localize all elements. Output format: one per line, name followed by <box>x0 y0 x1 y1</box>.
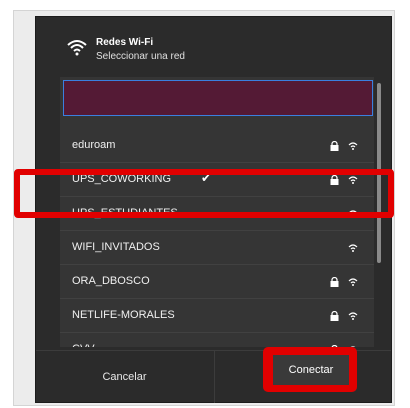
wifi-signal-icon <box>348 244 358 252</box>
wifi-icon <box>67 40 87 56</box>
dialog-title: Redes Wi-Fi <box>96 37 154 48</box>
network-row[interactable]: WIFI_INVITADOS <box>60 231 374 265</box>
footer-divider <box>214 351 215 403</box>
connect-button[interactable]: Conectar <box>273 355 349 385</box>
lock-icon <box>330 141 339 151</box>
network-name: ORA_DBOSCO <box>72 275 150 287</box>
connect-button-highlight: Conectar <box>263 347 357 392</box>
selected-network-highlight <box>14 169 394 218</box>
wifi-signal-icon <box>348 312 358 320</box>
lock-icon <box>330 311 339 321</box>
dialog-subtitle: Seleccionar una red <box>96 51 185 62</box>
network-name: WIFI_INVITADOS <box>72 241 160 253</box>
wifi-signal-icon <box>348 278 358 286</box>
network-name: CVV <box>72 343 95 347</box>
cancel-button[interactable]: Cancelar <box>36 351 213 403</box>
network-name: eduroam <box>72 139 116 151</box>
wifi-signal-icon <box>348 142 358 150</box>
network-search-input[interactable] <box>63 80 373 116</box>
lock-icon <box>330 277 339 287</box>
network-row[interactable]: CVV <box>60 333 374 347</box>
network-row[interactable]: ORA_DBOSCO <box>60 265 374 299</box>
network-row[interactable]: NETLIFE-MORALES <box>60 299 374 333</box>
dialog-header: Redes Wi-Fi Seleccionar una red <box>36 17 391 77</box>
network-row[interactable]: eduroam <box>60 129 374 163</box>
network-name: NETLIFE-MORALES <box>72 309 175 321</box>
